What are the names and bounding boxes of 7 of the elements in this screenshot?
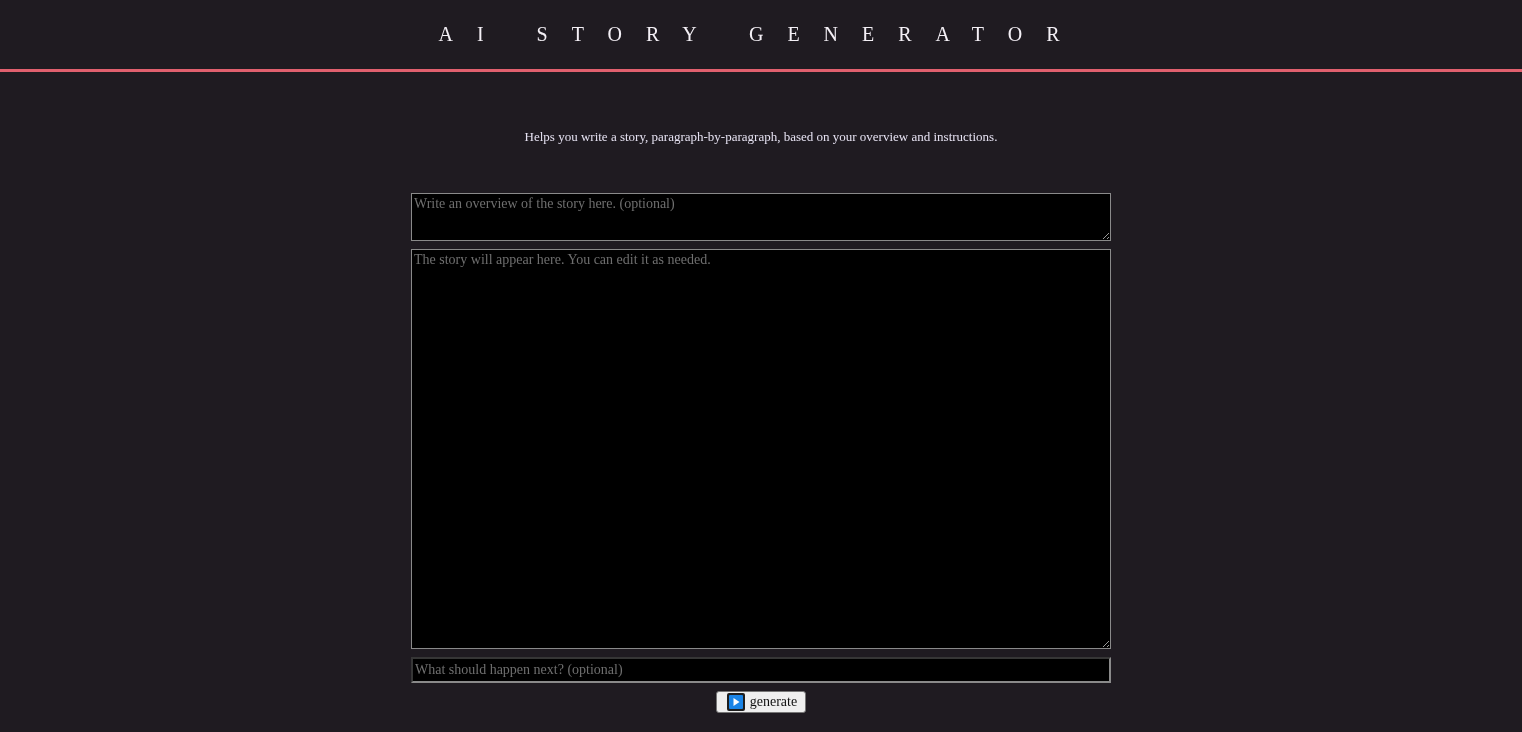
overview-field[interactable]: Write an overview of the story here. (optional) (411, 193, 1111, 241)
instruction-field[interactable]: What should happen next? (optional) (411, 657, 1111, 683)
description-text: Helps you write a story, paragraph-by-paragraph, based on your overview and instructions. (524, 129, 998, 145)
page-title: AI STORY GENERATOR (438, 23, 1084, 46)
play-icon (726, 693, 745, 711)
generate-button[interactable]: generate (715, 691, 807, 713)
story-field[interactable]: The story will appear here. You can edit it as needed. (411, 249, 1111, 649)
